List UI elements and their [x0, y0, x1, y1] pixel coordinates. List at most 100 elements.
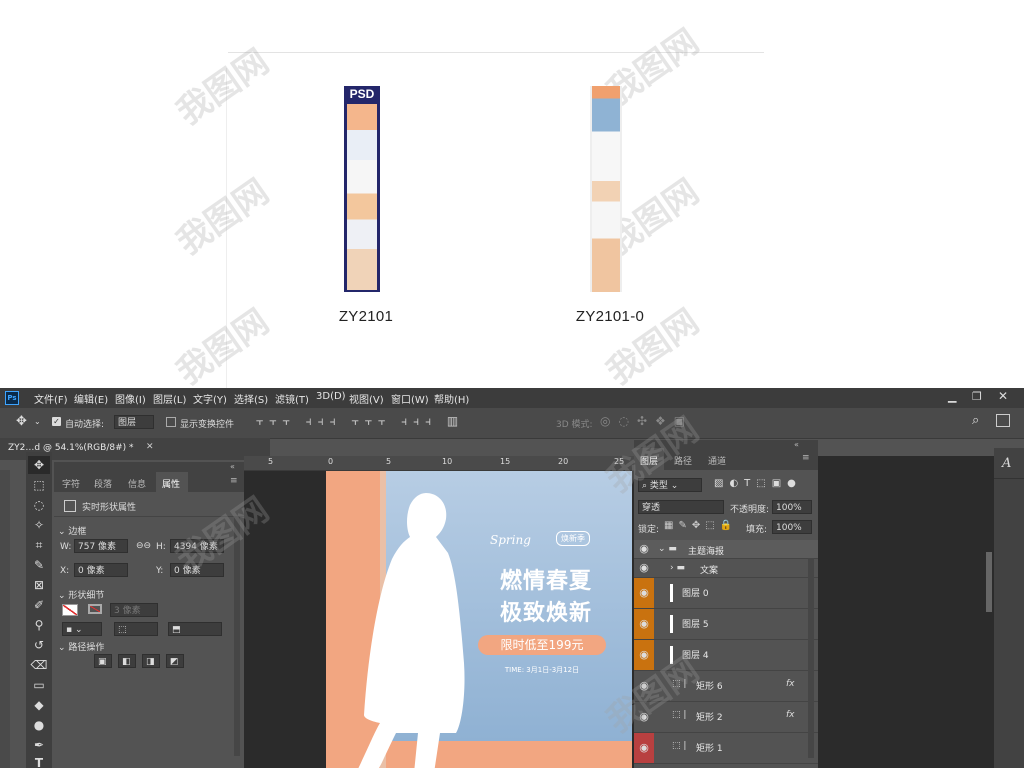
- stamp-tool-icon[interactable]: ⚲: [28, 616, 50, 634]
- stroke-corner-dropdown[interactable]: ⬒: [168, 622, 222, 636]
- history-brush-icon[interactable]: ↺: [28, 636, 50, 654]
- canvas-area[interactable]: Spring 焕新季 燃情春夏 极致焕新 限时低至199元 TIME: 3月1日…: [244, 471, 634, 768]
- ruler-tick: 10: [442, 457, 453, 466]
- file-item[interactable]: ZY2101-0: [550, 86, 670, 326]
- healing-tool-icon[interactable]: ⊠: [28, 576, 50, 594]
- x-field[interactable]: 0 像素: [74, 563, 128, 577]
- close-icon[interactable]: ✕: [998, 389, 1008, 403]
- stroke-width-field[interactable]: 3 像素: [110, 603, 158, 617]
- panel-menu-icon[interactable]: ≡: [230, 476, 238, 486]
- move-tool-icon[interactable]: ✥: [16, 414, 27, 429]
- path-op-subtract[interactable]: ◧: [118, 654, 136, 668]
- auto-select-checkbox[interactable]: ✓: [52, 417, 61, 426]
- fill-swatch[interactable]: [62, 604, 78, 616]
- eye-icon[interactable]: ◉: [634, 609, 654, 639]
- collapse-icon[interactable]: «: [230, 462, 235, 471]
- menu-window[interactable]: 窗口(W): [391, 391, 429, 406]
- menu-help[interactable]: 帮助(H): [434, 391, 469, 406]
- pen-tool-icon[interactable]: ✒: [28, 736, 50, 754]
- blur-tool-icon[interactable]: ◆: [28, 696, 50, 714]
- lasso-tool-icon[interactable]: ◌: [28, 496, 50, 514]
- headline-line1: 燃情春夏: [499, 569, 592, 594]
- align-icons[interactable]: ⫟⫟⫟ ⫞⫞⫞ ⫟⫟⫟ ⫞⫞⫞ ▥: [256, 414, 464, 429]
- lock-icons[interactable]: ▦✎✥⬚🔒: [664, 520, 737, 531]
- fill-field[interactable]: 100%: [772, 520, 812, 534]
- crop-tool-icon[interactable]: ⌗: [28, 536, 50, 554]
- eye-icon[interactable]: ◉: [634, 733, 654, 763]
- magic-wand-icon[interactable]: ✧: [28, 516, 50, 534]
- right-dock: A: [986, 448, 1024, 768]
- tab-character[interactable]: 字符: [62, 477, 80, 490]
- promo-pill: 限时低至199元: [478, 635, 606, 655]
- layer-thumbnail: [670, 584, 673, 602]
- move-tool-icon[interactable]: ✥: [28, 456, 50, 474]
- menu-edit[interactable]: 编辑(E): [74, 391, 108, 406]
- menu-type[interactable]: 文字(Y): [193, 391, 227, 406]
- layers-panel: « 图层 路径 通道 ≡ ⌕ 类型 ⌄ ▨◐T⬚▣● 穿透 不透明度: 100%…: [634, 440, 818, 768]
- link-icon[interactable]: ⊖⊖: [136, 541, 151, 551]
- menu-image[interactable]: 图像(I): [115, 391, 146, 406]
- file-item[interactable]: PSD ZY2101: [306, 86, 426, 326]
- ps-logo-icon: Ps: [5, 391, 19, 405]
- character-panel-icon[interactable]: A: [1002, 456, 1011, 471]
- path-op-exclude[interactable]: ◩: [166, 654, 184, 668]
- menu-view[interactable]: 视图(V): [349, 391, 384, 406]
- restore-icon[interactable]: ❐: [972, 390, 982, 403]
- show-transform-label: 显示变换控件: [180, 420, 235, 430]
- layer-row-group[interactable]: ◉ › ▬ 文案: [634, 559, 818, 578]
- menu-select[interactable]: 选择(S): [234, 391, 268, 406]
- eraser-tool-icon[interactable]: ⌫: [28, 656, 50, 674]
- menu-layer[interactable]: 图层(L): [153, 391, 186, 406]
- dodge-tool-icon[interactable]: ●: [28, 716, 50, 734]
- marquee-tool-icon[interactable]: ⬚: [28, 476, 50, 494]
- minimize-icon[interactable]: ▁: [948, 390, 956, 403]
- fx-icon[interactable]: fx: [786, 710, 795, 720]
- panel-menu-icon[interactable]: ≡: [802, 453, 810, 463]
- layer-row[interactable]: ◉ 图层 0: [634, 578, 818, 609]
- poster[interactable]: Spring 焕新季 燃情春夏 极致焕新 限时低至199元 TIME: 3月1日…: [326, 471, 632, 768]
- path-op-intersect[interactable]: ◨: [142, 654, 160, 668]
- layer-name: 图层 0: [682, 589, 709, 599]
- layers-scrollbar[interactable]: [808, 558, 814, 758]
- path-ops-section[interactable]: ⌄ 路径操作: [58, 640, 104, 653]
- fx-icon[interactable]: fx: [786, 679, 795, 689]
- chevron-down-icon[interactable]: ⌄: [34, 417, 41, 426]
- scrollbar-thumb[interactable]: [986, 552, 992, 612]
- path-op-combine[interactable]: ▣: [94, 654, 112, 668]
- eye-icon[interactable]: ◉: [634, 540, 654, 558]
- close-tab-icon[interactable]: ✕: [146, 442, 154, 452]
- search-icon[interactable]: ⌕: [972, 413, 979, 428]
- y-label: Y:: [156, 566, 164, 576]
- brush-tool-icon[interactable]: ✐: [28, 596, 50, 614]
- stroke-align-dropdown[interactable]: ⬚: [114, 622, 158, 636]
- auto-select-dropdown[interactable]: 图层: [114, 415, 154, 429]
- tab-channels[interactable]: 通道: [708, 454, 726, 467]
- layer-row[interactable]: ◉ 图层 5: [634, 609, 818, 640]
- watermark: 我图网: [169, 171, 277, 264]
- stroke-swatch[interactable]: [88, 604, 102, 614]
- eyedropper-icon[interactable]: ✎: [28, 556, 50, 574]
- shape-details-section[interactable]: ⌄ 形状细节: [58, 588, 104, 601]
- bounds-section[interactable]: ⌄ 边框: [58, 524, 86, 537]
- psd-badge: PSD: [349, 87, 375, 101]
- eye-icon[interactable]: ◉: [634, 559, 654, 577]
- opacity-field[interactable]: 100%: [772, 500, 812, 514]
- filter-icons[interactable]: ▨◐T⬚▣●: [714, 478, 802, 489]
- menu-3d[interactable]: 3D(D): [316, 391, 346, 402]
- show-transform-checkbox[interactable]: [166, 417, 176, 427]
- stroke-type-dropdown[interactable]: ▪ ⌄: [62, 622, 102, 636]
- tab-info[interactable]: 信息: [128, 477, 146, 490]
- width-field[interactable]: 757 像素: [74, 539, 128, 553]
- menu-filter[interactable]: 滤镜(T): [275, 391, 309, 406]
- workspace-icon[interactable]: [996, 414, 1010, 427]
- layer-row-group[interactable]: ◉ ⌄ ▬ 主题海报: [634, 540, 818, 559]
- tab-paragraph[interactable]: 段落: [94, 477, 112, 490]
- type-tool-icon[interactable]: T: [28, 754, 50, 768]
- eye-icon[interactable]: ◉: [634, 578, 654, 608]
- tab-properties[interactable]: 属性: [162, 477, 180, 490]
- menu-file[interactable]: 文件(F): [34, 391, 68, 406]
- gradient-tool-icon[interactable]: ▭: [28, 676, 50, 694]
- layer-row[interactable]: ◉ ⬚ | 矩形 1: [634, 733, 818, 764]
- blend-mode-dropdown[interactable]: 穿透: [638, 500, 724, 514]
- layer-name: 矩形 2: [696, 713, 723, 723]
